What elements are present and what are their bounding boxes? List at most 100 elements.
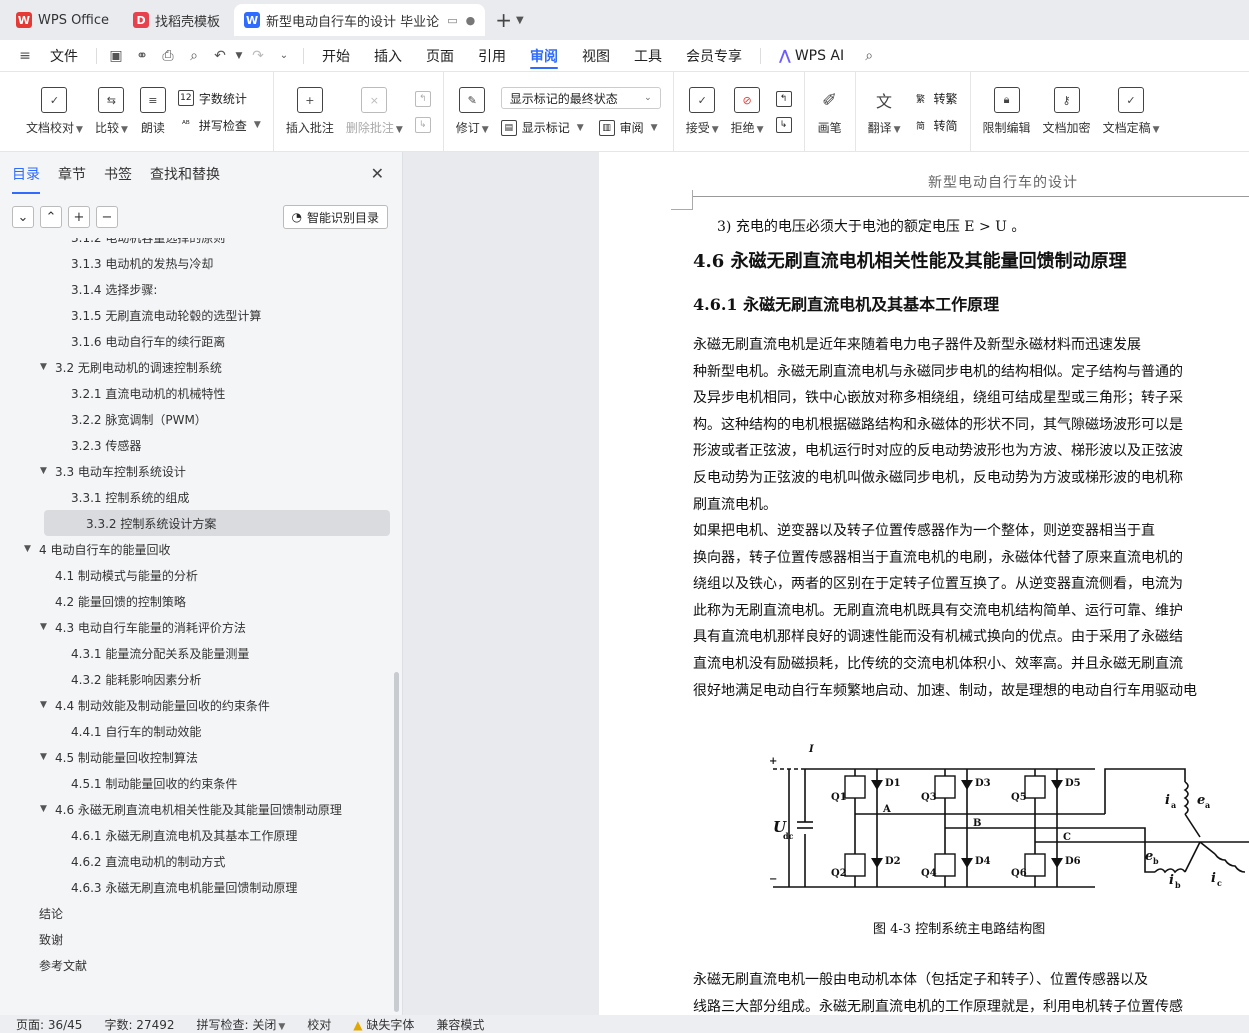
- expand-triangle-icon[interactable]: ▼: [40, 752, 55, 762]
- prev-comment-button[interactable]: ↰: [414, 90, 431, 107]
- menu-tools[interactable]: 工具: [622, 40, 674, 72]
- toc-item[interactable]: 结论: [0, 900, 395, 926]
- next-change-button[interactable]: ↳: [775, 116, 792, 133]
- toc-item[interactable]: 4.3.1 能量流分配关系及能量测量: [0, 640, 395, 666]
- print-preview-icon[interactable]: ⌕: [181, 40, 207, 72]
- toc-item[interactable]: 4.5.1 制动能量回收的约束条件: [0, 770, 395, 796]
- menu-member[interactable]: 会员专享: [674, 40, 754, 72]
- tab-list-chevron-icon[interactable]: ▼: [516, 15, 524, 26]
- toc-scrollbar[interactable]: [394, 672, 399, 1012]
- toc-item[interactable]: 4.6.1 永磁无刷直流电机及其基本工作原理: [0, 822, 395, 848]
- expand-triangle-icon[interactable]: ▼: [40, 466, 55, 476]
- undo-chevron-icon[interactable]: ▼: [233, 40, 245, 72]
- toc-item[interactable]: ▼ 4.5 制动能量回收控制算法: [0, 744, 395, 770]
- chevron-up-icon[interactable]: ⌃: [40, 206, 62, 228]
- toc-item[interactable]: 4.3.2 能耗影响因素分析: [0, 666, 395, 692]
- print-icon[interactable]: ⎙: [155, 40, 181, 72]
- menu-home[interactable]: 开始: [310, 40, 362, 72]
- proof-status[interactable]: 校对: [307, 1016, 331, 1033]
- revise-button[interactable]: ✎ 修订 ▼: [450, 77, 495, 147]
- toc-item[interactable]: 3.3.1 控制系统的组成: [0, 484, 395, 510]
- show-markup-button[interactable]: ▤ 显示标记 ▼: [500, 119, 584, 136]
- toc-item[interactable]: ▼ 4.3 电动自行车能量的消耗评价方法: [0, 614, 395, 640]
- next-comment-button[interactable]: ↳: [414, 116, 431, 133]
- tab-wps-office[interactable]: W WPS Office: [6, 4, 119, 36]
- spell-check-status[interactable]: 拼写检查: 关闭 ▼: [197, 1016, 286, 1033]
- toc-item[interactable]: 3.3.2 控制系统设计方案: [44, 510, 390, 536]
- toc-item[interactable]: ▼ 4.6 永磁无刷直流电机相关性能及其能量回馈制动原理: [0, 796, 395, 822]
- insert-comment-button[interactable]: + 插入批注: [280, 77, 340, 147]
- doc-encrypt-button[interactable]: ⚷ 文档加密: [1037, 77, 1097, 147]
- smart-toc-button[interactable]: ◔ 智能识别目录: [282, 205, 388, 229]
- toc-item[interactable]: 参考文献: [0, 952, 395, 978]
- new-tab-plus-icon[interactable]: +: [495, 8, 512, 32]
- toc-item[interactable]: 3.1.5 无刷直流电动轮毂的选型计算: [0, 302, 395, 328]
- toc-item[interactable]: 致谢: [0, 926, 395, 952]
- toc-item[interactable]: 4.6.3 永磁无刷直流电机能量回馈制动原理: [0, 874, 395, 900]
- expand-triangle-icon[interactable]: ▼: [40, 804, 55, 814]
- tab-chapters[interactable]: 章节: [58, 160, 86, 188]
- compare-button[interactable]: ⇆ 比较 ▼: [89, 77, 134, 147]
- doc-finalize-button[interactable]: ✓ 文档定稿 ▼: [1097, 77, 1166, 147]
- toc-item[interactable]: 4.6.2 直流电动机的制动方式: [0, 848, 395, 874]
- word-count-button[interactable]: 12 字数统计: [177, 90, 261, 107]
- read-aloud-button[interactable]: ≡ 朗读: [134, 77, 172, 147]
- tab-toc[interactable]: 目录: [12, 160, 40, 194]
- toc-item[interactable]: 3.1.3 电动机的发热与冷却: [0, 250, 395, 276]
- tab-docer-templates[interactable]: D 找稻壳模板: [123, 4, 230, 36]
- tab-current-document[interactable]: W 新型电动自行车的设计 毕业论 ▭ ●: [234, 4, 486, 36]
- toc-item[interactable]: ▼ 4.4 制动效能及制动能量回收的约束条件: [0, 692, 395, 718]
- reject-button[interactable]: ⊘ 拒绝 ▼: [725, 77, 770, 147]
- expand-triangle-icon[interactable]: ▼: [40, 362, 55, 372]
- toc-item[interactable]: 4.4.1 自行车的制动效能: [0, 718, 395, 744]
- chevron-down-icon[interactable]: ⌄: [12, 206, 34, 228]
- monitor-icon[interactable]: ▭: [447, 14, 457, 27]
- tab-bookmarks[interactable]: 书签: [104, 160, 132, 188]
- page-indicator[interactable]: 页面: 36/45: [16, 1016, 82, 1033]
- menu-insert[interactable]: 插入: [362, 40, 414, 72]
- toc-item[interactable]: 3.1.6 电动自行车的续行距离: [0, 328, 395, 354]
- search-icon[interactable]: ⌕: [856, 40, 882, 72]
- tab-find-replace[interactable]: 查找和替换: [150, 160, 220, 188]
- toc-item[interactable]: 3.1.2 电动机容量选择的原则: [0, 238, 395, 250]
- close-icon[interactable]: ✕: [371, 164, 384, 183]
- save-icon[interactable]: ▣: [103, 40, 129, 72]
- share-link-icon[interactable]: ⚭: [129, 40, 155, 72]
- more-chevron-icon[interactable]: ⌄: [271, 40, 297, 72]
- toc-item[interactable]: 4.2 能量回馈的控制策略: [0, 588, 395, 614]
- hamburger-menu-icon[interactable]: ≡: [12, 40, 38, 72]
- pen-button[interactable]: ✐ 画笔: [811, 77, 849, 147]
- word-count-indicator[interactable]: 字数: 27492: [104, 1016, 174, 1033]
- restrict-edit-button[interactable]: 🔒︎ 限制编辑: [977, 77, 1037, 147]
- toc-item[interactable]: 3.1.4 选择步骤:: [0, 276, 395, 302]
- toc-item[interactable]: 3.2.1 直流电动机的机械特性: [0, 380, 395, 406]
- translate-button[interactable]: 文 翻译 ▼: [862, 77, 907, 147]
- to-traditional-button[interactable]: 繁转繁: [913, 90, 958, 107]
- doc-proof-button[interactable]: ✓ 文档校对 ▼: [20, 77, 89, 147]
- toc-item[interactable]: ▼ 3.2 无刷电动机的调速控制系统: [0, 354, 395, 380]
- missing-font-status[interactable]: ▲ 缺失字体: [353, 1016, 414, 1033]
- remove-heading-icon[interactable]: −: [96, 206, 118, 228]
- redo-icon[interactable]: ↷: [245, 40, 271, 72]
- menu-view[interactable]: 视图: [570, 40, 622, 72]
- expand-triangle-icon[interactable]: ▼: [40, 622, 55, 632]
- toc-item[interactable]: 4.1 制动模式与能量的分析: [0, 562, 395, 588]
- undo-icon[interactable]: ↶: [207, 40, 233, 72]
- toc-item[interactable]: 3.2.2 脉宽调制（PWM）: [0, 406, 395, 432]
- markup-state-select[interactable]: 显示标记的最终状态 ⌄: [500, 87, 661, 109]
- toc-item[interactable]: ▼ 4 电动自行车的能量回收: [0, 536, 395, 562]
- delete-comment-button[interactable]: × 删除批注 ▼: [340, 77, 409, 147]
- menu-file[interactable]: 文件: [38, 40, 90, 72]
- to-simplified-button[interactable]: 简转简: [913, 117, 958, 134]
- menu-wps-ai[interactable]: ⋀ WPS AI: [767, 40, 856, 72]
- menu-page[interactable]: 页面: [414, 40, 466, 72]
- toc-item[interactable]: 3.2.3 传感器: [0, 432, 395, 458]
- expand-triangle-icon[interactable]: ▼: [24, 544, 39, 554]
- spell-check-button[interactable]: ᴬᴮ 拼写检查 ▼: [178, 117, 261, 134]
- menu-reference[interactable]: 引用: [466, 40, 518, 72]
- review-pane-button[interactable]: ▥ 审阅 ▼: [598, 119, 658, 136]
- add-heading-icon[interactable]: +: [68, 206, 90, 228]
- menu-review[interactable]: 审阅: [518, 40, 570, 72]
- expand-triangle-icon[interactable]: ▼: [40, 700, 55, 710]
- prev-change-button[interactable]: ↰: [775, 90, 792, 107]
